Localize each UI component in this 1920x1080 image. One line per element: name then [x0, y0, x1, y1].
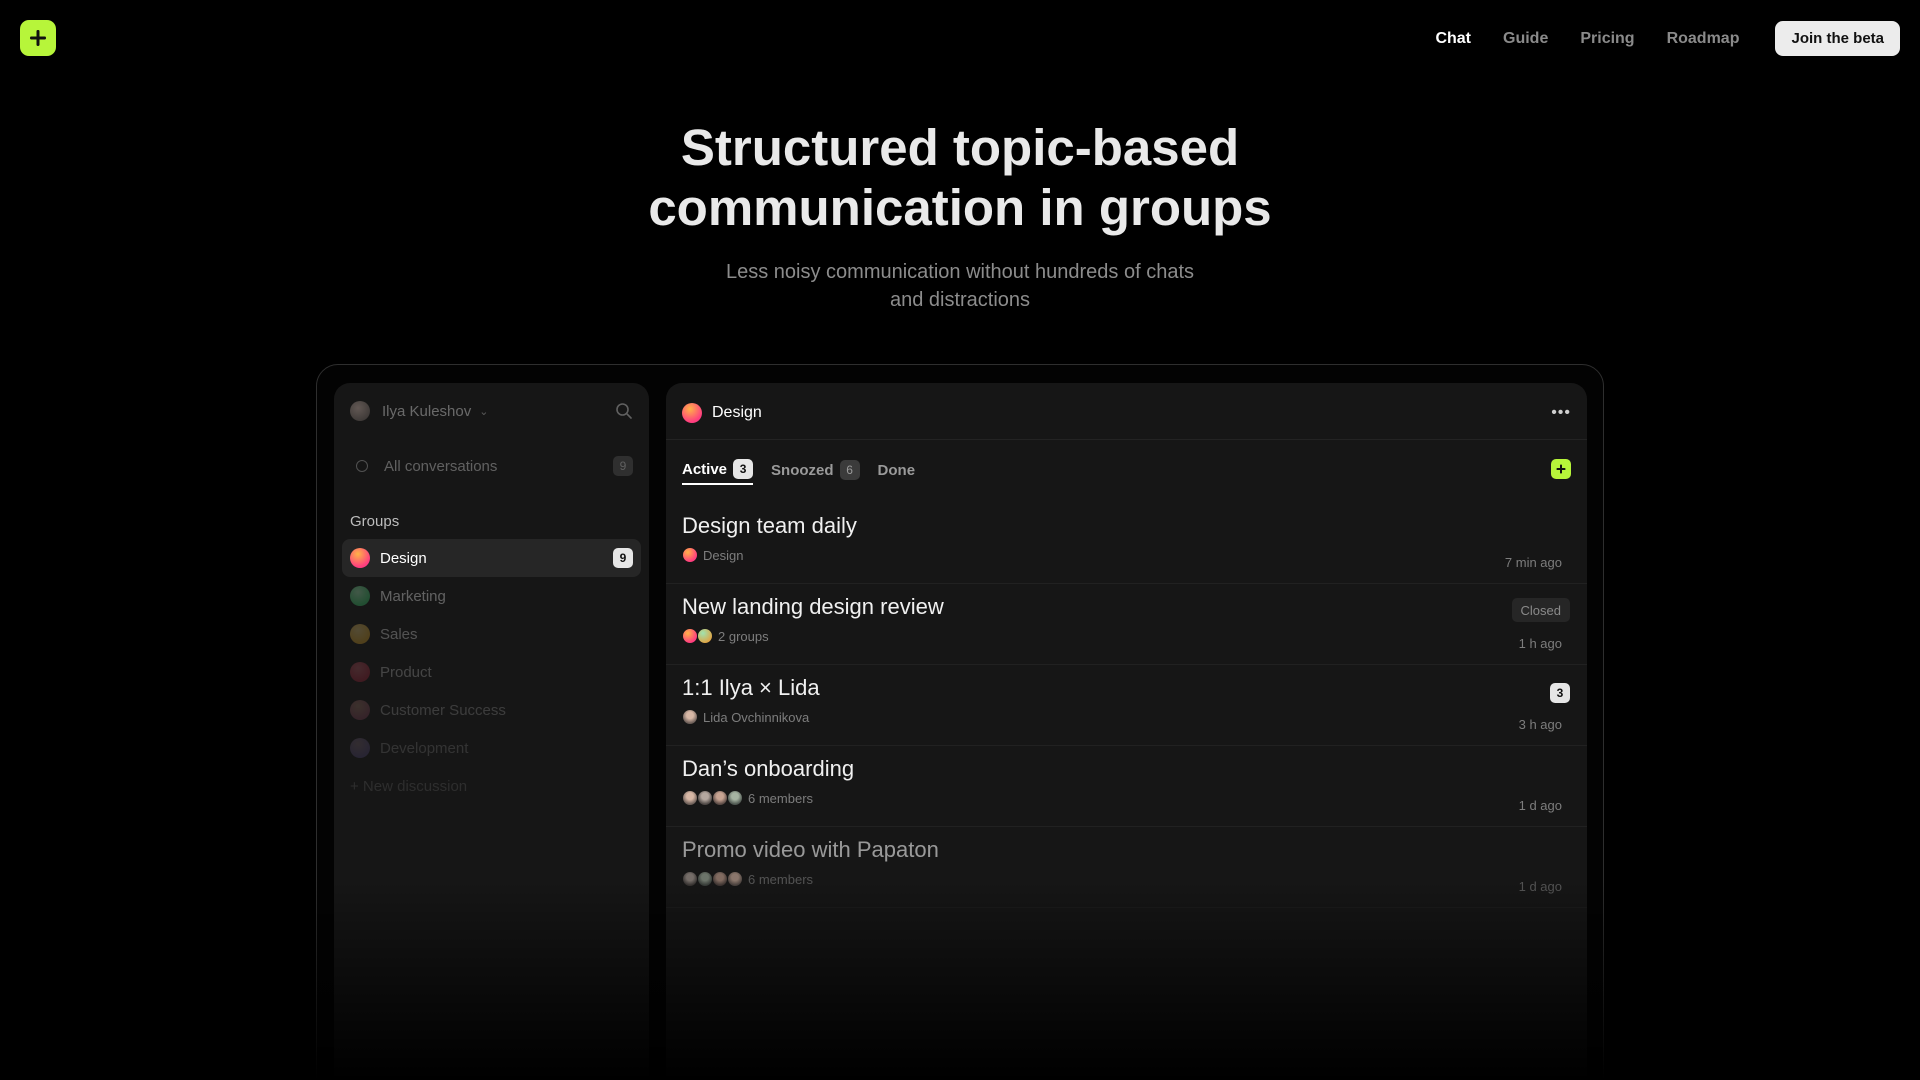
panel-header: Design •••	[682, 399, 1571, 427]
conversation-title: New landing design review	[682, 594, 944, 619]
group-customer-success-icon	[350, 700, 370, 720]
conversation-item[interactable]: Design team daily Design 7 min ago	[666, 503, 1587, 584]
tab-snoozed[interactable]: Snoozed 6	[771, 455, 860, 485]
conversation-panel: Design ••• Active 3 Snoozed 6 Done Desig…	[666, 383, 1587, 1080]
group-design-icon	[350, 548, 370, 568]
sidebar-item-customer-success[interactable]: Customer Success	[342, 691, 641, 729]
conversation-subtitle: Design	[703, 547, 744, 563]
conversation-item[interactable]: New landing design review 2 groups Close…	[666, 584, 1587, 665]
tab-done[interactable]: Done	[878, 455, 916, 485]
conversation-title: 1:1 Ilya × Lida	[682, 675, 820, 700]
conversation-tabs: Active 3 Snoozed 6 Done	[682, 455, 1571, 487]
group-development-icon	[350, 738, 370, 758]
member-avatar	[697, 790, 713, 806]
user-avatar	[350, 401, 370, 421]
member-avatar	[697, 871, 713, 887]
conversation-subtitle: 6 members	[748, 790, 814, 806]
conversation-meta: 2 groups	[682, 627, 1571, 645]
user-name: Ilya Kuleshov	[382, 402, 472, 420]
conversation-subtitle: 6 members	[748, 871, 814, 887]
unread-badge: 3	[1550, 683, 1570, 703]
group-list: Design 9 Marketing Sales Product Custome…	[342, 539, 641, 805]
nav-link-pricing[interactable]: Pricing	[1580, 30, 1634, 48]
nav-link-roadmap[interactable]: Roadmap	[1667, 30, 1740, 48]
plus-icon	[1556, 464, 1566, 474]
conversation-item[interactable]: 1:1 Ilya × Lida Lida Ovchinnikova 3 3 h …	[666, 665, 1587, 746]
sidebar-item-sales[interactable]: Sales	[342, 615, 641, 653]
tab-label: Done	[877, 461, 916, 479]
member-avatar	[682, 790, 698, 806]
sidebar-item-label: Customer Success	[380, 701, 506, 719]
conversation-meta: 6 members	[682, 789, 1571, 807]
more-options-icon[interactable]: •••	[1551, 404, 1571, 422]
hero-subtitle: Less noisy communication without hundred…	[725, 261, 1195, 311]
user-switcher[interactable]: Ilya Kuleshov ⌄	[350, 399, 633, 423]
conversation-item[interactable]: Promo video with Papaton 6 members 1 d a…	[666, 827, 1587, 908]
tab-active[interactable]: Active 3	[682, 455, 754, 485]
nav-link-guide[interactable]: Guide	[1503, 30, 1548, 48]
top-nav: Chat Guide Pricing Roadmap Join the beta	[1403, 21, 1900, 56]
search-icon[interactable]	[615, 402, 633, 420]
app-logo[interactable]	[20, 20, 56, 56]
hero-title: Structured topic-based communication in …	[648, 119, 1272, 236]
sidebar-item-development[interactable]: Development	[342, 729, 641, 767]
add-conversation-button[interactable]	[1551, 459, 1571, 479]
all-conversations-count: 9	[613, 456, 633, 476]
group-sales-icon	[350, 624, 370, 644]
new-discussion-link[interactable]: + New discussion	[342, 767, 641, 805]
sidebar-item-label: Development	[380, 739, 469, 757]
conversation-time: 1 d ago	[1518, 798, 1562, 813]
panel-title: Design	[712, 404, 762, 421]
conversation-time: 1 d ago	[1518, 879, 1562, 894]
group-avatar	[697, 628, 713, 644]
plus-icon	[30, 30, 46, 46]
conversation-meta: Lida Ovchinnikova	[682, 708, 1571, 726]
sidebar-item-label: Sales	[380, 625, 418, 643]
conversation-time: 3 h ago	[1518, 717, 1562, 732]
group-avatar	[682, 547, 698, 563]
all-conversations-label: All conversations	[384, 457, 498, 475]
sidebar-item-label: Marketing	[380, 587, 446, 605]
conversation-meta: Design	[682, 546, 1571, 564]
join-beta-button[interactable]: Join the beta	[1775, 21, 1900, 56]
conversation-list: Design team daily Design 7 min ago New l…	[666, 503, 1587, 908]
member-avatar	[712, 871, 728, 887]
member-avatar	[712, 790, 728, 806]
divider	[666, 439, 1587, 440]
chevron-down-icon: ⌄	[479, 405, 489, 418]
group-marketing-icon	[350, 586, 370, 606]
conversation-subtitle: 2 groups	[718, 628, 769, 644]
sidebar: Ilya Kuleshov ⌄ All conversations 9 Grou…	[334, 383, 649, 1080]
circle-icon	[356, 460, 368, 472]
sidebar-item-design[interactable]: Design 9	[342, 539, 641, 577]
tab-count: 3	[733, 459, 754, 479]
conversation-time: 7 min ago	[1504, 555, 1562, 570]
sidebar-item-marketing[interactable]: Marketing	[342, 577, 641, 615]
sidebar-item-label: Product	[380, 663, 432, 681]
member-avatar	[727, 790, 743, 806]
tab-label: Active	[682, 460, 728, 478]
conversation-title: Dan’s onboarding	[682, 756, 855, 781]
tab-label: Snoozed	[771, 461, 834, 479]
tab-count: 6	[839, 460, 860, 480]
conversation-item[interactable]: Dan’s onboarding 6 members 1 d ago	[666, 746, 1587, 827]
sidebar-item-product[interactable]: Product	[342, 653, 641, 691]
all-conversations-item[interactable]: All conversations 9	[350, 453, 633, 479]
member-avatar	[682, 709, 698, 725]
conversation-title: Promo video with Papaton	[682, 837, 939, 862]
groups-heading: Groups	[350, 513, 400, 530]
conversation-title: Design team daily	[682, 513, 857, 538]
member-avatar	[682, 871, 698, 887]
member-avatar	[727, 871, 743, 887]
sidebar-item-label: Design	[380, 549, 427, 567]
group-avatar	[682, 628, 698, 644]
group-design-icon	[682, 403, 702, 423]
conversation-time: 1 h ago	[1518, 636, 1562, 651]
status-badge: Closed	[1511, 598, 1570, 622]
conversation-subtitle: Lida Ovchinnikova	[703, 709, 810, 725]
group-product-icon	[350, 662, 370, 682]
nav-link-chat[interactable]: Chat	[1435, 30, 1471, 48]
conversation-meta: 6 members	[682, 870, 1571, 888]
unread-badge: 9	[613, 548, 633, 568]
